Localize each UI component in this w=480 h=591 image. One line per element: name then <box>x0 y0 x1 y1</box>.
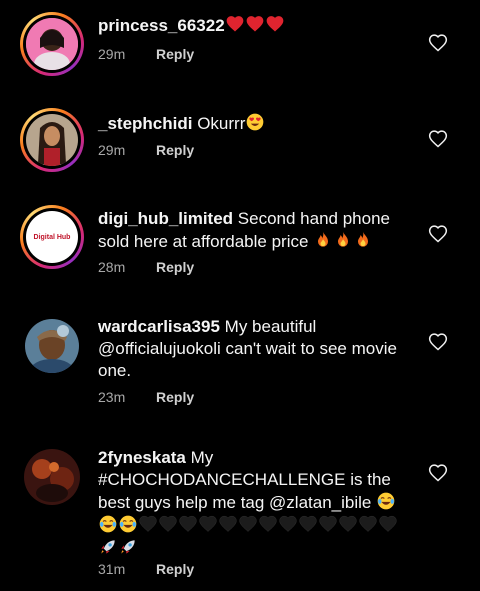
comment-emojis <box>245 112 265 133</box>
like-heart-icon[interactable] <box>428 463 448 483</box>
avatar[interactable] <box>20 314 84 378</box>
fire-icon <box>353 230 373 250</box>
reply-button[interactable]: Reply <box>156 46 194 62</box>
black-heart-icon <box>338 514 358 534</box>
joy-icon <box>376 491 396 511</box>
black-heart-icon <box>198 514 218 534</box>
joy-icon <box>98 514 118 534</box>
comment-username[interactable]: 2fyneskata <box>98 448 186 467</box>
red-heart-icon <box>265 14 285 34</box>
avatar[interactable]: Digital Hub <box>20 205 84 269</box>
heart-eyes-icon <box>245 112 265 132</box>
comment-emojis <box>313 230 373 251</box>
comment-time: 29m <box>98 46 126 62</box>
black-heart-icon <box>218 514 238 534</box>
black-heart-icon <box>278 514 298 534</box>
avatar[interactable] <box>20 108 84 172</box>
fire-icon <box>333 230 353 250</box>
rocket-icon <box>118 537 138 557</box>
like-heart-icon[interactable] <box>428 332 448 352</box>
comment-emojis <box>225 16 285 35</box>
comment-time: 29m <box>98 142 126 158</box>
black-heart-icon <box>138 514 158 534</box>
black-heart-icon <box>298 514 318 534</box>
like-heart-icon[interactable] <box>428 33 448 53</box>
black-heart-icon <box>378 514 398 534</box>
comment-username[interactable]: digi_hub_limited <box>98 209 233 228</box>
black-heart-icon <box>258 514 278 534</box>
avatar[interactable] <box>20 445 84 509</box>
avatar[interactable] <box>20 12 84 76</box>
black-heart-icon <box>358 514 378 534</box>
comment-username[interactable]: princess_66322 <box>98 16 225 35</box>
black-heart-icon <box>238 514 258 534</box>
comment-time: 31m <box>98 561 126 577</box>
comment-text: Okurrr <box>197 114 246 133</box>
black-heart-icon <box>178 514 198 534</box>
comment-username[interactable]: _stephchidi <box>98 114 192 133</box>
joy-icon <box>118 514 138 534</box>
red-heart-icon <box>225 14 245 34</box>
fire-icon <box>313 230 333 250</box>
red-heart-icon <box>245 14 265 34</box>
comment-time: 23m <box>98 389 126 405</box>
reply-button[interactable]: Reply <box>156 389 194 405</box>
like-heart-icon[interactable] <box>428 224 448 244</box>
reply-button[interactable]: Reply <box>156 259 194 275</box>
avatar-logo-text: Digital Hub <box>33 233 71 241</box>
reply-button[interactable]: Reply <box>156 561 194 577</box>
comment-time: 28m <box>98 259 126 275</box>
like-heart-icon[interactable] <box>428 129 448 149</box>
comment-username[interactable]: wardcarlisa395 <box>98 317 220 336</box>
rocket-icon <box>98 537 118 557</box>
black-heart-icon <box>318 514 338 534</box>
reply-button[interactable]: Reply <box>156 142 194 158</box>
black-heart-icon <box>158 514 178 534</box>
